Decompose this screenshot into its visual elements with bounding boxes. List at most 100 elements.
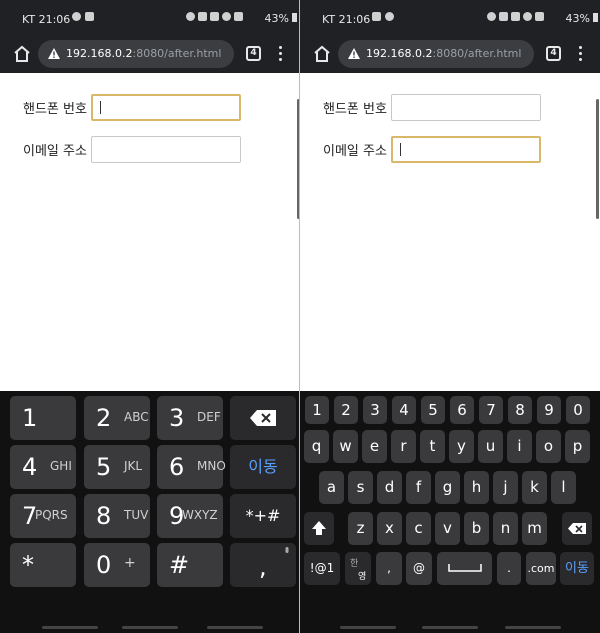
key-5[interactable]: 5 JKL [84, 445, 150, 489]
key-0[interactable]: 0 + [84, 543, 150, 587]
key-num-5[interactable]: 5 [421, 396, 445, 424]
url-text: 192.168.0.2:8080/after.html [66, 47, 222, 60]
comma-key[interactable]: , [230, 543, 296, 587]
key-b[interactable]: b [464, 512, 489, 545]
gallery-icon [85, 12, 94, 21]
space-key[interactable] [437, 552, 492, 585]
key-4[interactable]: 4 GHI [10, 445, 76, 489]
key-num-8[interactable]: 8 [508, 396, 532, 424]
key-2[interactable]: 2 ABC [84, 396, 150, 440]
phone-input[interactable] [91, 94, 241, 121]
at-key[interactable]: @ [406, 552, 432, 585]
email-input[interactable] [391, 136, 541, 163]
key-z[interactable]: z [348, 512, 373, 545]
key-k[interactable]: k [522, 471, 547, 504]
home-icon[interactable] [313, 45, 331, 63]
period-key[interactable]: . [497, 552, 521, 585]
alarm-icon [186, 12, 195, 21]
wifi-icon [523, 12, 532, 21]
key-r[interactable]: r [391, 430, 416, 463]
key-a[interactable]: a [319, 471, 344, 504]
key-num-1[interactable]: 1 [305, 396, 329, 424]
key-9[interactable]: 9 WXYZ [157, 494, 223, 538]
key-g[interactable]: g [435, 471, 460, 504]
key-c[interactable]: c [406, 512, 431, 545]
battery-icon [593, 13, 598, 22]
phone-row: 핸드폰 번호 [23, 94, 241, 121]
system-icons [487, 12, 544, 21]
battery-percent: 43% [264, 12, 289, 25]
key-i[interactable]: i [507, 430, 532, 463]
key-num-0[interactable]: 0 [566, 396, 590, 424]
key-num-2[interactable]: 2 [334, 396, 358, 424]
tab-switcher-button[interactable]: 4 [246, 46, 261, 61]
go-key[interactable]: 이동 [230, 445, 296, 489]
key-d[interactable]: d [377, 471, 402, 504]
comma-key[interactable]: , [376, 552, 402, 585]
chat-icon [385, 12, 394, 21]
text-caret [100, 101, 101, 114]
backspace-key[interactable] [562, 512, 592, 545]
gesture-nav-bar [0, 615, 299, 633]
key-6[interactable]: 6 MNO [157, 445, 226, 489]
key-8[interactable]: 8 TUV [84, 494, 150, 538]
key-x[interactable]: x [377, 512, 402, 545]
space-icon [447, 564, 482, 572]
language-key[interactable]: 한 영 [345, 552, 371, 585]
key-num-6[interactable]: 6 [450, 396, 474, 424]
email-row: 이메일 주소 [23, 136, 241, 163]
key-q[interactable]: q [304, 430, 329, 463]
key-s[interactable]: s [348, 471, 373, 504]
overflow-menu-icon[interactable] [279, 46, 283, 62]
phone-label: 핸드폰 번호 [23, 102, 87, 117]
signal-icon [234, 12, 243, 21]
phone-row: 핸드폰 번호 [323, 94, 541, 121]
mute-icon [499, 12, 508, 21]
key-7[interactable]: 7 PQRS [10, 494, 76, 538]
key-y[interactable]: y [449, 430, 474, 463]
key-f[interactable]: f [406, 471, 431, 504]
url-bar[interactable]: 192.168.0.2:8080/after.html [338, 40, 534, 68]
backspace-icon [250, 410, 276, 426]
key-p[interactable]: p [565, 430, 590, 463]
shift-icon [312, 521, 326, 535]
key-v[interactable]: v [435, 512, 460, 545]
shift-key[interactable] [304, 512, 334, 545]
key-o[interactable]: o [536, 430, 561, 463]
key-t[interactable]: t [420, 430, 445, 463]
key-num-7[interactable]: 7 [479, 396, 503, 424]
key-num-4[interactable]: 4 [392, 396, 416, 424]
key-star[interactable]: * [10, 543, 76, 587]
key-num-3[interactable]: 3 [363, 396, 387, 424]
go-key[interactable]: 이동 [560, 552, 594, 585]
email-input[interactable] [91, 136, 241, 163]
symbols-key[interactable]: !@1 [304, 552, 340, 585]
key-m[interactable]: m [522, 512, 547, 545]
key-h[interactable]: h [464, 471, 489, 504]
key-l[interactable]: l [551, 471, 576, 504]
key-w[interactable]: w [333, 430, 358, 463]
symbols-key[interactable]: *+# [230, 494, 296, 538]
scrollbar[interactable] [596, 99, 599, 219]
key-e[interactable]: e [362, 430, 387, 463]
key-hash[interactable]: # [157, 543, 223, 587]
tab-switcher-button[interactable]: 4 [546, 46, 561, 61]
phone-input[interactable] [391, 94, 541, 121]
key-num-9[interactable]: 9 [537, 396, 561, 424]
home-icon[interactable] [13, 45, 31, 63]
mute-icon [198, 12, 207, 21]
key-u[interactable]: u [478, 430, 503, 463]
backspace-key[interactable] [230, 396, 296, 440]
notification-icons [72, 12, 94, 21]
key-n[interactable]: n [493, 512, 518, 545]
chat-icon [72, 12, 81, 21]
key-1[interactable]: 1 [10, 396, 76, 440]
key-3[interactable]: 3 DEF [157, 396, 223, 440]
overflow-menu-icon[interactable] [579, 46, 583, 62]
carrier-time: KT 21:06 [22, 13, 71, 26]
gesture-nav-bar [300, 615, 600, 633]
url-bar[interactable]: 192.168.0.2:8080/after.html [38, 40, 234, 68]
dotcom-key[interactable]: .com [526, 552, 556, 585]
page-content: 핸드폰 번호 이메일 주소 [300, 73, 600, 391]
key-j[interactable]: j [493, 471, 518, 504]
